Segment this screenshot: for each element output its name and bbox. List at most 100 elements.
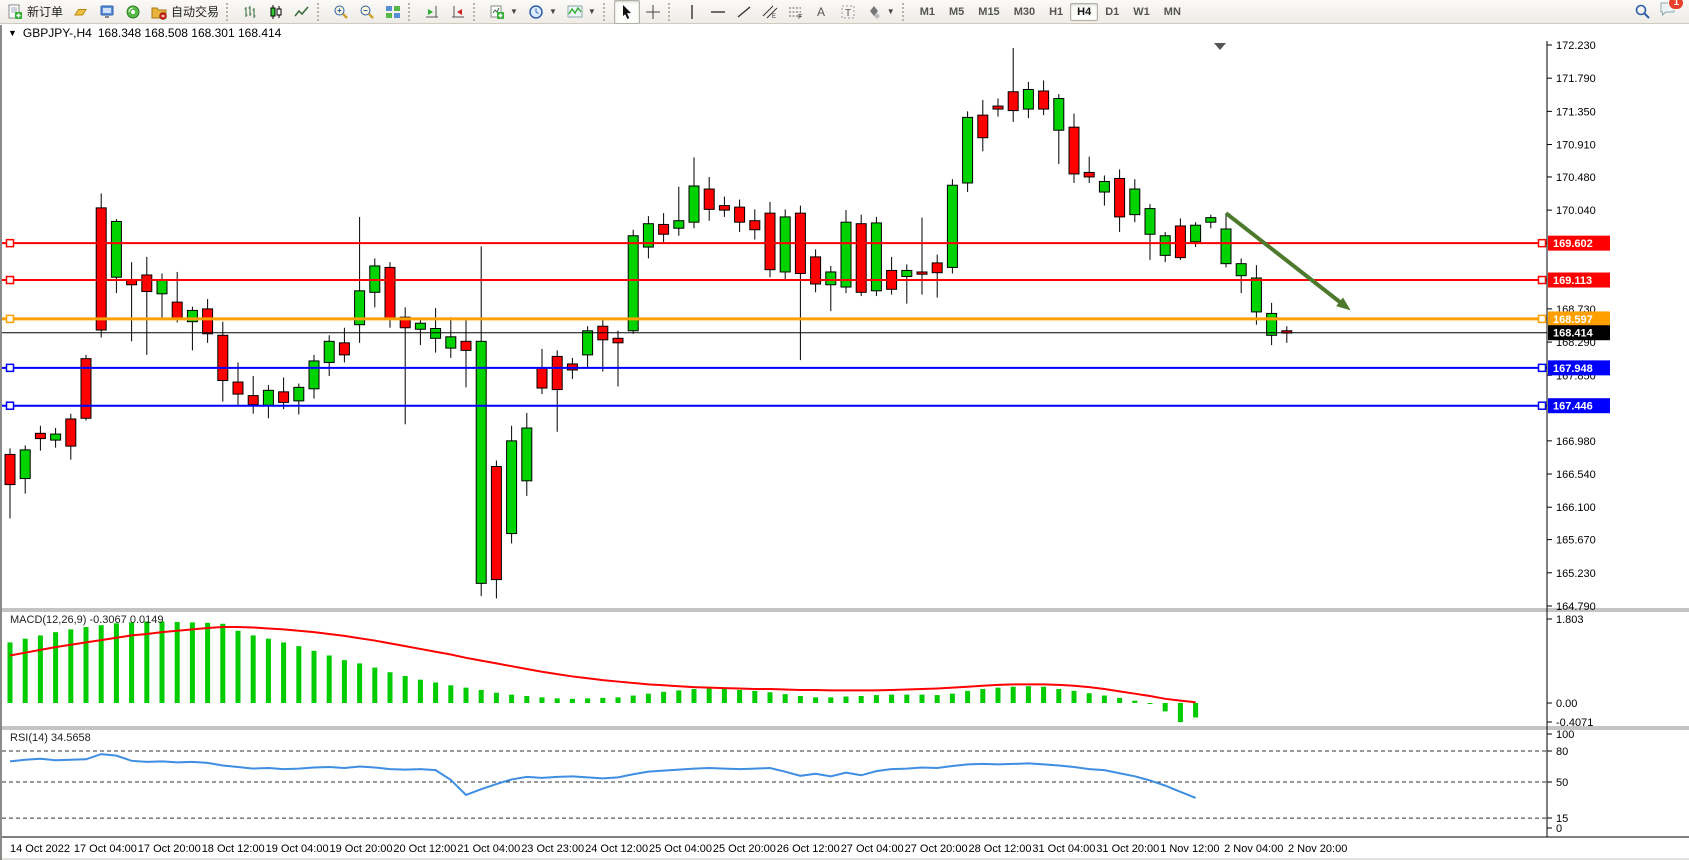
- chart-canvas[interactable]: 172.230171.790171.350170.910170.480170.0…: [0, 41, 1689, 860]
- macd-hist-bar: [1026, 686, 1031, 703]
- toolbar-separator: [603, 3, 612, 21]
- trend-arrow[interactable]: [1226, 213, 1344, 305]
- text-label-tool-button[interactable]: T: [835, 0, 861, 24]
- timeframe-h4-button[interactable]: H4: [1070, 3, 1098, 21]
- macd-hist-bar: [357, 663, 362, 703]
- gold-button[interactable]: [68, 0, 94, 24]
- chart-shift-marker[interactable]: [1214, 43, 1226, 50]
- candle: [1130, 189, 1140, 215]
- timeframe-m15-button[interactable]: M15: [971, 3, 1006, 21]
- timeframe-m5-button[interactable]: M5: [942, 3, 971, 21]
- period-button[interactable]: ▼: [523, 0, 562, 24]
- macd-hist-bar: [464, 688, 469, 703]
- line-handle[interactable]: [7, 402, 14, 409]
- crosshair-tool-button[interactable]: [640, 0, 666, 24]
- notifications-button[interactable]: 1: [1659, 1, 1677, 22]
- horizontal-line-tool-button[interactable]: [705, 0, 731, 24]
- macd-hist-bar: [175, 622, 180, 703]
- macd-hist-bar: [114, 623, 119, 703]
- macd-hist-bar: [722, 689, 727, 703]
- line-handle[interactable]: [7, 315, 14, 322]
- search-icon[interactable]: [1634, 3, 1651, 20]
- macd-hist-bar: [1087, 693, 1092, 703]
- macd-hist-bar: [783, 694, 788, 703]
- indicators-button[interactable]: ▼: [562, 0, 601, 24]
- line-handle[interactable]: [7, 240, 14, 247]
- candle: [1206, 218, 1216, 223]
- timeframe-m30-button[interactable]: M30: [1007, 3, 1042, 21]
- auto-scroll-button[interactable]: [419, 0, 445, 24]
- candle: [537, 368, 547, 388]
- candle: [507, 441, 517, 534]
- macd-hist-bar: [1178, 703, 1183, 722]
- market-watch-button[interactable]: [94, 0, 120, 24]
- signal-button[interactable]: [120, 0, 146, 24]
- macd-hist-bar: [403, 676, 408, 703]
- time-axis-label: 17 Oct 20:00: [138, 843, 201, 855]
- rsi-tick: 0: [1556, 823, 1562, 835]
- macd-hist-bar: [327, 655, 332, 703]
- time-axis-label: 2 Nov 20:00: [1288, 843, 1347, 855]
- macd-hist-bar: [661, 692, 666, 703]
- timeframe-mn-button[interactable]: MN: [1157, 3, 1188, 21]
- line-handle[interactable]: [1539, 315, 1546, 322]
- toolbar-separator: [408, 3, 417, 21]
- macd-hist-bar: [448, 685, 453, 703]
- macd-hist-bar: [889, 695, 894, 703]
- candle: [1039, 91, 1049, 109]
- bar-chart-type-button[interactable]: [237, 0, 263, 24]
- collapse-chart-icon[interactable]: ▼: [8, 28, 17, 38]
- line-handle[interactable]: [1539, 240, 1546, 247]
- candle: [689, 186, 699, 222]
- candle: [522, 428, 532, 481]
- toolbar-separator: [226, 3, 235, 21]
- line-handle[interactable]: [7, 364, 14, 371]
- timeframe-d1-button[interactable]: D1: [1098, 3, 1126, 21]
- line-handle[interactable]: [1539, 277, 1546, 284]
- timeframe-m1-button[interactable]: M1: [913, 3, 942, 21]
- macd-hist-bar: [616, 697, 621, 703]
- timeframe-h1-button[interactable]: H1: [1042, 3, 1070, 21]
- zoom-out-button[interactable]: [354, 0, 380, 24]
- line-handle[interactable]: [7, 277, 14, 284]
- channel-tool-button[interactable]: E: [757, 0, 783, 24]
- trendline-tool-button[interactable]: [731, 0, 757, 24]
- line-chart-type-button[interactable]: [289, 0, 315, 24]
- price-tick: 170.910: [1556, 140, 1596, 152]
- candle: [1099, 181, 1109, 192]
- cursor-tool-button[interactable]: [614, 0, 640, 24]
- fibonacci-tool-button[interactable]: F: [783, 0, 809, 24]
- chart-shift-button[interactable]: [445, 0, 471, 24]
- candle: [248, 396, 258, 405]
- rsi-label: RSI(14) 34.5658: [10, 732, 91, 744]
- tile-windows-button[interactable]: [380, 0, 406, 24]
- candle-chart-type-button[interactable]: [263, 0, 289, 24]
- zoom-in-button[interactable]: [328, 0, 354, 24]
- new-chart-button[interactable]: ▼: [484, 0, 523, 24]
- text-tool-button[interactable]: A: [809, 0, 835, 24]
- macd-hist-bar: [768, 692, 773, 703]
- macd-hist-bar: [220, 624, 225, 703]
- candle: [1069, 127, 1079, 174]
- candle: [917, 272, 927, 274]
- fibonacci-icon: F: [788, 4, 804, 20]
- macd-hist-bar: [99, 625, 104, 703]
- candle: [66, 419, 76, 446]
- toolbar-separator: [902, 3, 911, 21]
- macd-label: MACD(12,26,9) -0.3067 0.0149: [10, 614, 163, 626]
- time-axis-label: 25 Oct 04:00: [649, 843, 712, 855]
- arrows-tool-button[interactable]: ▼: [861, 0, 900, 24]
- zoom-in-icon: [333, 4, 349, 20]
- price-tick: 164.790: [1556, 601, 1596, 613]
- macd-hist-bar: [844, 696, 849, 703]
- candle: [613, 338, 623, 343]
- auto-trading-label: 自动交易: [171, 3, 219, 20]
- timeframe-w1-button[interactable]: W1: [1126, 3, 1157, 21]
- new-order-label: 新订单: [27, 3, 63, 20]
- vertical-line-tool-button[interactable]: [679, 0, 705, 24]
- line-handle[interactable]: [1539, 402, 1546, 409]
- line-handle[interactable]: [1539, 364, 1546, 371]
- auto-trading-button[interactable]: 自动交易: [146, 0, 224, 24]
- macd-hist-bar: [418, 680, 423, 703]
- new-order-button[interactable]: 新订单: [2, 0, 68, 24]
